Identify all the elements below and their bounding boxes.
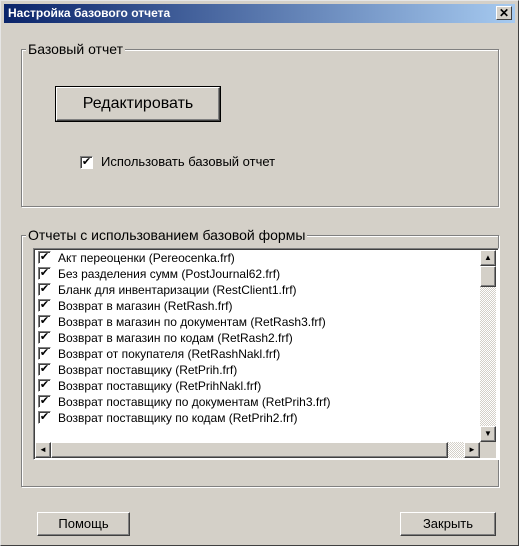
scrollbar-corner xyxy=(480,442,496,458)
base-report-group-label: Базовый отчет xyxy=(26,41,125,57)
vertical-scroll-thumb[interactable] xyxy=(480,266,496,287)
list-item[interactable]: ✔ Возврат поставщику по документам (RetPr… xyxy=(37,394,478,410)
close-button[interactable]: Закрыть xyxy=(400,512,496,536)
item-label: Бланк для инвентаризации (RestClient1.fr… xyxy=(58,283,297,297)
list-item[interactable]: ✔ Возврат в магазин (RetRash.frf) xyxy=(37,298,478,314)
item-checkbox[interactable]: ✔ xyxy=(38,331,51,344)
item-label: Возврат в магазин по кодам (RetRash2.frf… xyxy=(58,331,293,345)
edit-button[interactable]: Редактировать xyxy=(55,86,221,122)
item-checkbox[interactable]: ✔ xyxy=(38,411,51,424)
scroll-up-icon[interactable]: ▲ xyxy=(480,250,496,266)
item-checkbox[interactable]: ✔ xyxy=(38,379,51,392)
reports-group-label: Отчеты с использованием базовой формы xyxy=(26,227,308,243)
use-base-report-label[interactable]: Использовать базовый отчет xyxy=(101,154,275,169)
item-label: Возврат поставщику (RetPrih.frf) xyxy=(58,363,238,377)
scroll-right-icon[interactable]: ► xyxy=(464,442,480,458)
list-item[interactable]: ✔ Возврат в магазин по документам (RetRas… xyxy=(37,314,478,330)
item-label: Возврат поставщику по кодам (RetPrih2.fr… xyxy=(58,411,298,425)
item-checkbox[interactable]: ✔ xyxy=(38,315,51,328)
scroll-left-icon[interactable]: ◄ xyxy=(35,442,51,458)
item-label: Акт переоценки (Pereocenka.frf) xyxy=(58,251,235,265)
list-item[interactable]: ✔ Без разделения сумм (PostJournal62.frf) xyxy=(37,266,478,282)
close-icon[interactable]: ✕ xyxy=(496,6,512,20)
vertical-scrollbar[interactable]: ▲ ▼ xyxy=(480,250,496,442)
item-label: Возврат от покупателя (RetRashNakl.frf) xyxy=(58,347,281,361)
title-bar[interactable]: Настройка базового отчета ✕ xyxy=(4,4,515,23)
use-base-report-checkbox[interactable]: ✔ xyxy=(80,156,93,169)
horizontal-scroll-thumb[interactable] xyxy=(51,442,448,458)
reports-checklist[interactable]: ✔ Акт переоценки (Pereocenka.frf) ✔ Без раз… xyxy=(33,248,499,460)
item-checkbox[interactable]: ✔ xyxy=(38,395,51,408)
item-label: Возврат в магазин (RetRash.frf) xyxy=(58,299,233,313)
list-item[interactable]: ✔ Акт переоценки (Pereocenka.frf) xyxy=(37,250,478,266)
item-label: Возврат в магазин по документам (RetRash… xyxy=(58,315,326,329)
item-checkbox[interactable]: ✔ xyxy=(38,299,51,312)
help-button[interactable]: Помощь xyxy=(37,512,130,536)
list-item[interactable]: ✔ Бланк для инвентаризации (RestClient1.f… xyxy=(37,282,478,298)
list-item[interactable]: ✔ Возврат в магазин по кодам (RetRash2.fr… xyxy=(37,330,478,346)
item-label: Возврат поставщику (RetPrihNakl.frf) xyxy=(58,379,262,393)
item-checkbox[interactable]: ✔ xyxy=(38,267,51,280)
list-item[interactable]: ✔ Возврат поставщику (RetPrihNakl.frf) xyxy=(37,378,478,394)
item-label: Возврат поставщику по документам (RetPri… xyxy=(58,395,331,409)
window-title: Настройка базового отчета xyxy=(8,6,171,20)
list-item[interactable]: ✔ Возврат поставщику по кодам (RetPrih2.f… xyxy=(37,410,478,426)
scroll-down-icon[interactable]: ▼ xyxy=(480,426,496,442)
item-label: Без разделения сумм (PostJournal62.frf) xyxy=(58,267,281,281)
item-checkbox[interactable]: ✔ xyxy=(38,363,51,376)
list-item[interactable]: ✔ Возврат поставщику (RetPrih.frf) xyxy=(37,362,478,378)
item-checkbox[interactable]: ✔ xyxy=(38,347,51,360)
list-item[interactable]: ✔ Возврат от покупателя (RetRashNakl.frf) xyxy=(37,346,478,362)
item-checkbox[interactable]: ✔ xyxy=(38,251,51,264)
reports-list: ✔ Акт переоценки (Pereocenka.frf) ✔ Без раз… xyxy=(37,250,478,442)
item-checkbox[interactable]: ✔ xyxy=(38,283,51,296)
base-report-group: Базовый отчет Редактировать ✔ Использова… xyxy=(21,41,499,207)
dialog-window: Настройка базового отчета ✕ Базовый отче… xyxy=(0,0,519,546)
horizontal-scrollbar[interactable]: ◄ ► xyxy=(35,442,480,458)
